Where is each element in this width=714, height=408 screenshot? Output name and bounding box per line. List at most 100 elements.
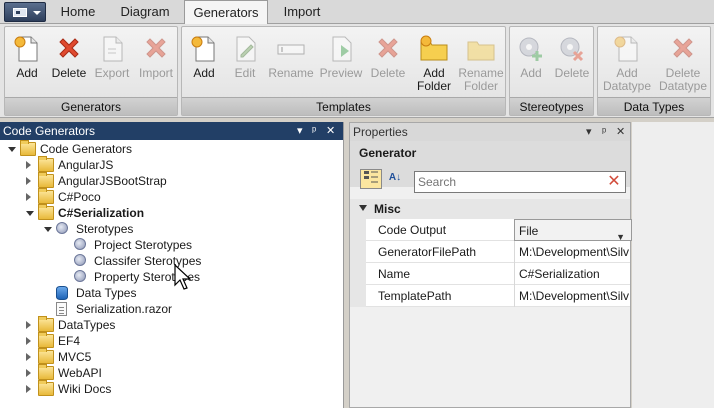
empty-workspace — [632, 122, 714, 408]
gears-icon — [74, 238, 86, 250]
collapse-icon[interactable] — [359, 205, 367, 211]
generators-export-button[interactable]: Export — [91, 29, 133, 97]
ribbon-group-data-types: Add Datatype Delete Datatype Data Types — [597, 26, 711, 116]
red-x-icon — [146, 38, 166, 58]
templates-rename-button[interactable]: Rename — [266, 29, 316, 97]
templates-rename-folder-button[interactable]: Rename Folder — [458, 29, 504, 97]
rename-folder-icon — [467, 41, 495, 61]
file-icon — [56, 302, 67, 316]
templates-add-folder-button[interactable]: Add Folder — [412, 29, 456, 97]
collapsed-arrow-icon[interactable] — [26, 337, 31, 345]
templates-add-button[interactable]: Add — [184, 29, 224, 97]
tree-node-label: Project Sterotypes — [94, 238, 193, 252]
tree-node-label: C#Poco — [58, 190, 101, 204]
tree-node-label: WebAPI — [58, 366, 102, 380]
gears-icon — [74, 254, 86, 266]
tree-node-label: Code Generators — [40, 142, 133, 156]
folder-icon — [38, 204, 54, 220]
collapsed-arrow-icon[interactable] — [26, 385, 31, 393]
categorized-button[interactable] — [360, 169, 382, 189]
group-label-stereotypes: Stereotypes — [510, 97, 593, 115]
property-row-template-path[interactable]: TemplatePath M:\Development\Silv — [350, 285, 630, 307]
stereotypes-add-button[interactable]: Add — [512, 29, 550, 97]
tree-node-label: Wiki Docs — [58, 382, 112, 396]
add-doc-icon — [14, 36, 38, 62]
folder-icon — [38, 188, 54, 204]
expanded-arrow-icon[interactable] — [8, 147, 16, 152]
tab-import[interactable]: Import — [272, 0, 332, 24]
templates-edit-button[interactable]: Edit — [226, 29, 264, 97]
alphabetical-button[interactable]: A↓ — [384, 169, 406, 189]
tree-node-label: MVC5 — [58, 350, 92, 364]
properties-titlebar: Properties ▾ ᵖ ✕ — [350, 123, 630, 141]
add-doc-icon — [614, 36, 638, 62]
folder-icon — [38, 348, 54, 364]
property-name: TemplatePath — [378, 289, 452, 303]
property-row-code-output[interactable]: Code Output File ▼ — [350, 219, 632, 241]
add-datatype-button[interactable]: Add Datatype — [600, 29, 654, 97]
close-icon[interactable]: ✕ — [326, 122, 335, 140]
collapsed-arrow-icon[interactable] — [26, 193, 31, 201]
property-row-name[interactable]: Name C#Serialization — [350, 263, 630, 285]
ribbon-group-templates: Add Edit Rename Preview Delete Add Folde… — [181, 26, 506, 116]
add-doc-icon — [191, 36, 215, 62]
properties-search-input[interactable] — [414, 171, 626, 193]
ribbon: Add Delete Export Import Generators Add … — [0, 24, 714, 118]
tree-node-label: AngularJS — [58, 158, 114, 172]
collapsed-arrow-icon[interactable] — [26, 161, 31, 169]
pin-icon[interactable]: ᵖ — [312, 122, 316, 140]
property-value[interactable]: M:\Development\Silv — [514, 285, 632, 307]
expanded-arrow-icon[interactable] — [44, 227, 52, 232]
red-x-icon — [59, 38, 79, 58]
generators-delete-button[interactable]: Delete — [49, 29, 89, 97]
pin-icon[interactable]: ᵖ — [602, 123, 606, 141]
ribbon-tab-strip: Home Diagram Generators Import — [0, 0, 714, 25]
category-misc[interactable]: Misc — [350, 199, 630, 219]
panel-title: Code Generators — [3, 124, 96, 138]
tree-node-label: Serialization.razor — [76, 302, 173, 316]
clear-search-icon[interactable]: ✕ — [605, 173, 623, 191]
tree-node-label: Sterotypes — [76, 222, 134, 236]
property-value[interactable]: C#Serialization — [514, 263, 632, 285]
add-folder-icon — [420, 35, 448, 61]
gear-add-icon — [519, 37, 542, 61]
folder-icon — [38, 332, 54, 348]
red-x-icon — [673, 38, 693, 58]
group-label-generators: Generators — [5, 97, 177, 115]
application-menu-button[interactable] — [4, 2, 46, 22]
code-generators-titlebar: Code Generators ▾ ᵖ ✕ — [0, 122, 343, 140]
stereotypes-delete-button[interactable]: Delete — [552, 29, 592, 97]
tree-node-label: C#Serialization — [58, 206, 145, 220]
tree-node-label: AngularJSBootStrap — [58, 174, 167, 188]
folder-icon — [38, 380, 54, 396]
templates-delete-button[interactable]: Delete — [366, 29, 410, 97]
chevron-down-icon: ▼ — [616, 232, 625, 241]
preview-icon — [332, 36, 352, 62]
close-icon[interactable]: ✕ — [616, 123, 625, 141]
generators-add-button[interactable]: Add — [7, 29, 47, 97]
generators-import-button[interactable]: Import — [135, 29, 177, 97]
collapsed-arrow-icon[interactable] — [26, 353, 31, 361]
folder-icon — [38, 156, 54, 172]
rename-icon — [277, 44, 305, 55]
red-x-icon — [378, 38, 398, 58]
collapsed-arrow-icon[interactable] — [26, 177, 31, 185]
panel-title: Properties — [353, 125, 408, 139]
tab-generators[interactable]: Generators — [184, 0, 268, 25]
templates-preview-button[interactable]: Preview — [318, 29, 364, 97]
delete-datatype-button[interactable]: Delete Datatype — [656, 29, 710, 97]
tab-diagram[interactable]: Diagram — [110, 0, 180, 24]
tab-home[interactable]: Home — [50, 0, 106, 24]
panel-menu-icon[interactable]: ▾ — [297, 122, 303, 140]
expanded-arrow-icon[interactable] — [26, 211, 34, 216]
collapsed-arrow-icon[interactable] — [26, 369, 31, 377]
property-name: Name — [378, 267, 411, 281]
gears-icon — [56, 222, 68, 234]
alphabetical-icon: A↓ — [388, 172, 402, 183]
collapsed-arrow-icon[interactable] — [26, 321, 31, 329]
property-row-generator-file-path[interactable]: GeneratorFilePath M:\Development\Silv — [350, 241, 630, 263]
property-name: Code Output — [378, 223, 447, 237]
panel-menu-icon[interactable]: ▾ — [586, 123, 592, 141]
property-value[interactable]: M:\Development\Silv — [514, 241, 632, 263]
code-output-dropdown[interactable]: File ▼ — [514, 219, 632, 241]
